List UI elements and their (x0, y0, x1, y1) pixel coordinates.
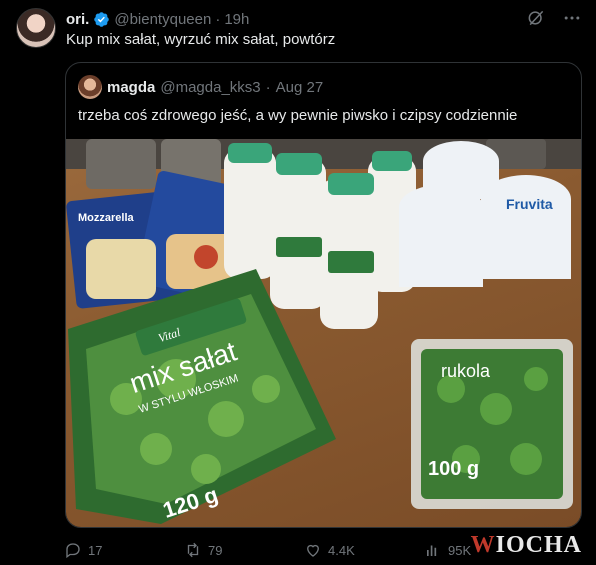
verified-badge-icon (94, 11, 110, 27)
tweet-header: ori. @bientyqueen · 19h (66, 9, 249, 29)
wiocha-watermark: WIOCHA (470, 532, 582, 558)
quote-separator-dot: · (265, 78, 271, 96)
display-name[interactable]: ori. (66, 11, 89, 28)
quote-time[interactable]: Aug 27 (276, 79, 324, 96)
mozzarella-label: Mozzarella (78, 212, 135, 224)
views-icon (427, 545, 437, 556)
quote-header: magda @magda_kks3 · Aug 27 (78, 75, 323, 99)
tweet[interactable]: ori. @bientyqueen · 19h Kup mix sałat, w… (0, 0, 596, 565)
repost-icon (187, 542, 199, 558)
user-avatar[interactable] (16, 8, 56, 48)
more-options-icon[interactable] (562, 8, 582, 28)
top-actions (526, 8, 582, 28)
user-handle[interactable]: @bientyqueen (114, 11, 211, 28)
post-time[interactable]: 19h (224, 11, 249, 28)
repost-count: 79 (208, 542, 223, 558)
reply-count: 17 (88, 542, 103, 558)
fruvita-label: Fruvita (506, 196, 553, 212)
view-count: 95K (448, 542, 472, 558)
groceries-image: Mozzarella Fruvita mix sałat W STYLU WŁO… (66, 139, 581, 524)
like-button[interactable]: 4.4K (304, 541, 424, 559)
quote-photo[interactable]: Mozzarella Fruvita mix sałat W STYLU WŁO… (66, 139, 581, 527)
separator-dot: · (215, 10, 221, 28)
quote-handle[interactable]: @magda_kks3 (160, 79, 260, 96)
reply-button[interactable]: 17 (64, 541, 184, 559)
reply-icon (66, 543, 80, 559)
repost-button[interactable]: 79 (184, 541, 304, 559)
quoted-tweet[interactable]: magda @magda_kks3 · Aug 27 trzeba coś zd… (65, 62, 582, 528)
heart-icon (307, 544, 319, 557)
tweet-text: Kup mix sałat, wyrzuć mix sałat, powtórz (66, 31, 336, 48)
like-count: 4.4K (328, 542, 355, 558)
quote-display-name[interactable]: magda (107, 79, 155, 96)
rukola-weight: 100 g (428, 458, 479, 480)
quote-text: trzeba coś zdrowego jeść, a wy pewnie pi… (78, 107, 518, 124)
quote-avatar[interactable] (78, 75, 102, 99)
rukola-label: rukola (441, 361, 491, 381)
grok-icon[interactable] (526, 8, 546, 28)
